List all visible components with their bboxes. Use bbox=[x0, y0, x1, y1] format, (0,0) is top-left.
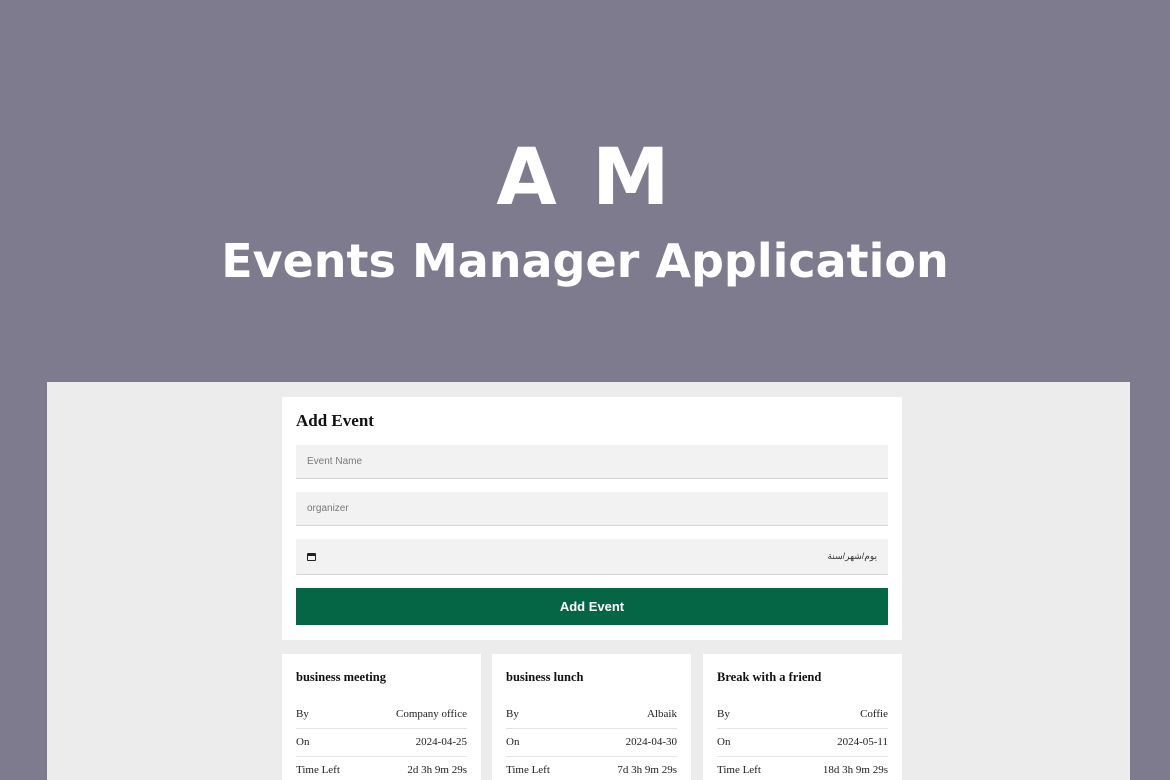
calendar-icon[interactable] bbox=[307, 552, 316, 561]
by-label: By bbox=[506, 708, 519, 720]
add-event-form: Add Event Event Name organizer يوم/شهر/س… bbox=[282, 397, 902, 640]
organizer-value: Coffie bbox=[860, 708, 888, 720]
event-name-placeholder: Event Name bbox=[307, 456, 363, 467]
app-screenshot: Add Event Event Name organizer يوم/شهر/س… bbox=[47, 382, 1130, 780]
organizer-value: Albaik bbox=[647, 708, 677, 720]
event-name: business meeting bbox=[296, 670, 386, 684]
event-name-input[interactable]: Event Name bbox=[296, 445, 888, 479]
date-placeholder: يوم/شهر/سنة bbox=[827, 551, 877, 561]
time-left-value: 7d 3h 9m 29s bbox=[617, 764, 677, 776]
date-value: 2024-04-30 bbox=[625, 736, 677, 748]
date-input[interactable]: يوم/شهر/سنة bbox=[296, 539, 888, 575]
event-card: Break with a friend By Coffie On 2024-05… bbox=[703, 654, 902, 780]
event-card: business meeting By Company office On 20… bbox=[282, 654, 481, 780]
time-left-value: 2d 3h 9m 29s bbox=[407, 764, 467, 776]
hero-subtitle: Events Manager Application bbox=[221, 234, 949, 288]
hero-logo: A M bbox=[496, 133, 674, 223]
event-date-row: On 2024-05-11 bbox=[717, 729, 888, 757]
time-left-label: Time Left bbox=[506, 764, 550, 776]
by-label: By bbox=[717, 708, 730, 720]
on-label: On bbox=[717, 736, 731, 748]
time-left-label: Time Left bbox=[296, 764, 340, 776]
organizer-input[interactable]: organizer bbox=[296, 492, 888, 526]
add-event-button[interactable]: Add Event bbox=[296, 588, 888, 625]
event-organizer-row: By Albaik bbox=[506, 701, 677, 729]
event-card: business lunch By Albaik On 2024-04-30 T… bbox=[492, 654, 691, 780]
organizer-placeholder: organizer bbox=[307, 503, 349, 514]
event-time-left-row: Time Left 7d 3h 9m 29s bbox=[506, 757, 677, 780]
event-time-left-row: Time Left 2d 3h 9m 29s bbox=[296, 757, 467, 780]
organizer-value: Company office bbox=[396, 708, 467, 720]
time-left-value: 18d 3h 9m 29s bbox=[822, 764, 888, 776]
time-left-label: Time Left bbox=[717, 764, 761, 776]
event-name: Break with a friend bbox=[717, 670, 822, 684]
by-label: By bbox=[296, 708, 309, 720]
on-label: On bbox=[506, 736, 520, 748]
event-date-row: On 2024-04-30 bbox=[506, 729, 677, 757]
event-time-left-row: Time Left 18d 3h 9m 29s bbox=[717, 757, 888, 780]
on-label: On bbox=[296, 736, 310, 748]
event-organizer-row: By Company office bbox=[296, 701, 467, 729]
date-value: 2024-05-11 bbox=[837, 736, 888, 748]
event-name: business lunch bbox=[506, 670, 584, 684]
event-date-row: On 2024-04-25 bbox=[296, 729, 467, 757]
date-value: 2024-04-25 bbox=[415, 736, 467, 748]
event-organizer-row: By Coffie bbox=[717, 701, 888, 729]
form-title: Add Event bbox=[296, 411, 374, 430]
